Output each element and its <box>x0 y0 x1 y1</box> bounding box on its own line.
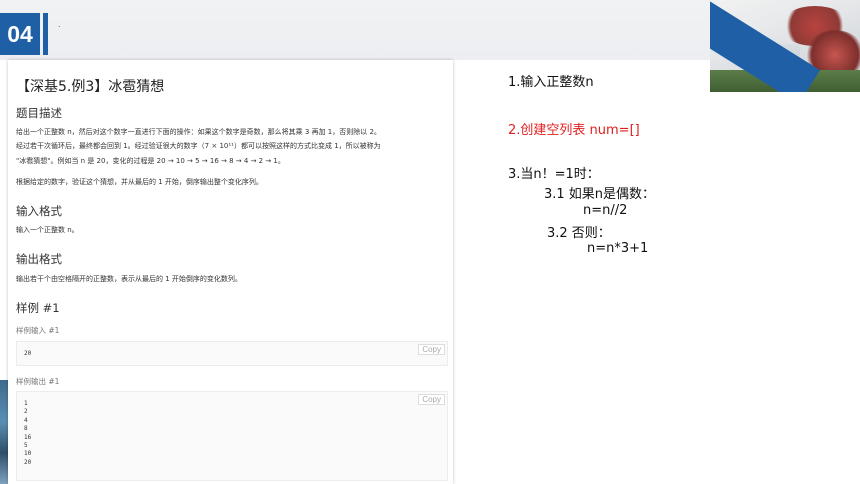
step-3-1: 3.1 如果n是偶数： <box>544 187 656 202</box>
description-heading: 题目描述 <box>16 106 62 120</box>
output-line: 5 <box>24 441 28 449</box>
output-format-heading: 输出格式 <box>16 252 62 266</box>
output-format-text: 输出若干个由空格隔开的正整数，表示从最后的 1 开始倒序的变化数列。 <box>16 275 242 283</box>
step-3-1-code: n=n//2 <box>583 203 628 218</box>
decorative-photo <box>710 0 860 92</box>
sample-output-box: 1 2 4 8 16 5 10 20 Copy <box>16 391 448 481</box>
step-1: 1.输入正整数n <box>508 75 594 90</box>
output-line: 4 <box>24 416 28 424</box>
step-3-2-code: n=n*3+1 <box>587 241 649 256</box>
problem-screenshot-panel: 【深基5.例3】冰雹猜想 题目描述 给出一个正整数 n，然后对这个数字一直进行下… <box>8 60 453 484</box>
sample-input-box: 20 Copy <box>16 341 448 366</box>
description-line: "冰雹猜想"。例如当 n 是 20，变化的过程是 20 → 10 → 5 → 1… <box>16 157 285 165</box>
sample-output-label: 样例输出 #1 <box>16 377 60 386</box>
output-line: 2 <box>24 408 28 416</box>
output-line: 1 <box>24 400 28 407</box>
description-line: 根据给定的数字，验证这个猜想，并从最后的 1 开始，倒序输出整个变化序列。 <box>16 178 263 186</box>
section-number-badge: 04 <box>0 13 40 55</box>
sample-heading: 样例 #1 <box>16 301 60 315</box>
header-mark: . <box>58 20 61 29</box>
sample-input-label: 样例输入 #1 <box>16 326 60 335</box>
description-line: 给出一个正整数 n，然后对这个数字一直进行下面的操作：如果这个数字是奇数，那么将… <box>16 128 381 136</box>
step-3: 3.当n！=1时： <box>508 167 600 182</box>
output-line: 8 <box>24 425 28 433</box>
description-line: 经过若干次循环后，最终都会回到 1。经过验证很大的数字（7 × 10¹¹）都可以… <box>16 142 381 150</box>
output-line: 10 <box>24 450 32 458</box>
step-3-2: 3.2 否则： <box>547 226 611 241</box>
problem-title: 【深基5.例3】冰雹猜想 <box>16 79 165 95</box>
step-2: 2.创建空列表 num=[] <box>508 123 640 138</box>
output-line: 16 <box>24 433 32 441</box>
input-format-heading: 输入格式 <box>16 204 62 218</box>
badge-accent-bar <box>43 13 48 55</box>
sample-input-value: 20 <box>24 350 32 357</box>
output-line: 20 <box>24 458 32 466</box>
copy-input-button[interactable]: Copy <box>418 344 445 355</box>
copy-output-button[interactable]: Copy <box>418 394 445 405</box>
input-format-text: 输入一个正整数 n。 <box>16 226 79 234</box>
